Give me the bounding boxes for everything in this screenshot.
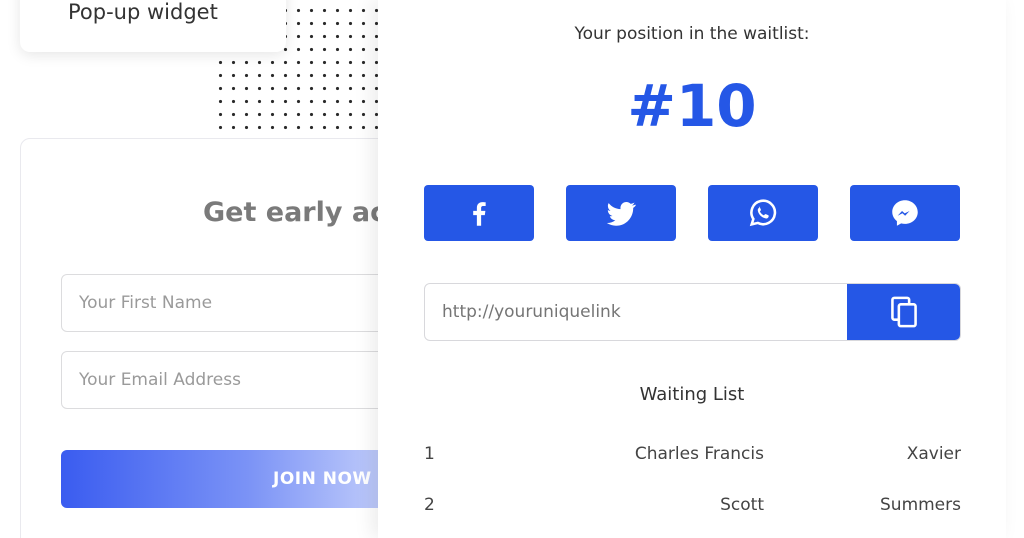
popup-widget-card[interactable]: Pop-up widget bbox=[20, 0, 286, 52]
copy-icon bbox=[890, 296, 917, 328]
unique-link-input[interactable] bbox=[425, 284, 849, 340]
position-label: Your position in the waitlist: bbox=[574, 24, 810, 44]
table-row: 2 Scott Summers bbox=[424, 495, 961, 521]
last-name-cell: Xavier bbox=[906, 444, 961, 464]
first-name-cell: Charles Francis bbox=[634, 444, 764, 464]
signup-heading: Get early ac bbox=[203, 197, 387, 228]
share-twitter-button[interactable] bbox=[566, 185, 676, 241]
unique-link-box bbox=[424, 283, 961, 341]
table-row: 1 Charles Francis Xavier bbox=[424, 444, 961, 470]
last-name-cell: Summers bbox=[880, 495, 961, 515]
twitter-icon bbox=[606, 202, 637, 226]
first-name-cell: Scott bbox=[720, 495, 764, 515]
share-messenger-button[interactable] bbox=[850, 185, 960, 241]
signup-form-card: Get early ac Your First Name Your Email … bbox=[20, 138, 420, 538]
popup-widget-label: Pop-up widget bbox=[68, 0, 218, 24]
email-input[interactable]: Your Email Address bbox=[61, 351, 401, 409]
whatsapp-icon bbox=[749, 199, 777, 227]
share-facebook-button[interactable] bbox=[424, 185, 534, 241]
facebook-icon bbox=[473, 202, 486, 226]
copy-link-button[interactable] bbox=[847, 284, 960, 340]
waitlist-panel: Your position in the waitlist: #10 Waiti… bbox=[378, 0, 1006, 538]
messenger-icon bbox=[892, 200, 918, 226]
first-name-input[interactable]: Your First Name bbox=[61, 274, 401, 332]
share-whatsapp-button[interactable] bbox=[708, 185, 818, 241]
position-number: #10 bbox=[627, 72, 757, 140]
waiting-list-title: Waiting List bbox=[639, 384, 745, 405]
join-now-button[interactable]: JOIN NOW bbox=[61, 450, 401, 508]
